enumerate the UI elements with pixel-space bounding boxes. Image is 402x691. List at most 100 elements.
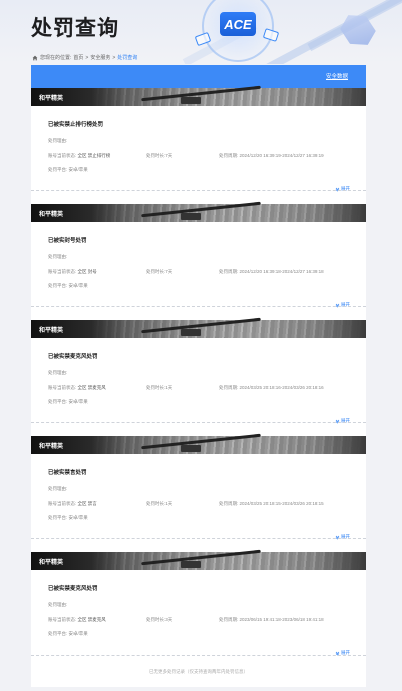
duration-label: 处罚时长: [146, 269, 166, 274]
rifle-graphic [181, 213, 201, 220]
account-state: 账号当前状态: 全区 禁麦克风 [48, 617, 106, 623]
account-state: 账号当前状态: 全区 封号 [48, 269, 97, 275]
account-state-value: 全区 禁麦克风 [77, 385, 106, 390]
breadcrumb-item-home[interactable]: 首页 [73, 54, 83, 61]
platform-value: 安卓/苹果 [68, 399, 88, 404]
footer-note: 已无更多处罚记录（仅支持查询两年内处罚信息） [149, 669, 248, 674]
expand-button[interactable]: 展开 [335, 418, 350, 424]
game-name: 和平精英 [39, 444, 64, 450]
breadcrumb-separator: > [112, 54, 116, 61]
period-label: 处罚周期: [219, 269, 239, 274]
punishment-card: 和平精英 已被实禁止排行榜处罚 处罚理由: 账号当前状态: 全区 禁止排行榜 处… [31, 85, 366, 192]
rifle-graphic [141, 317, 261, 334]
divider [31, 190, 366, 191]
duration-label: 处罚时长: [146, 617, 166, 622]
period: 处罚周期: 2024/12/20 16:39:19-2024/12/27 16:… [219, 153, 324, 159]
game-name: 和平精英 [39, 560, 64, 566]
game-banner: 和平精英 [31, 201, 366, 222]
platform-label: 处罚平台: [48, 283, 68, 288]
duration-label: 处罚时长: [146, 501, 166, 506]
game-banner: 和平精英 [31, 317, 366, 338]
punishment-card: 和平精英 已被实禁麦克风处罚 处罚理由: 账号当前状态: 全区 禁麦克风 处罚时… [31, 317, 366, 424]
period-value: 2023/06/15 19:41:18-2023/06/18 19:41:18 [239, 617, 324, 622]
rifle-graphic [181, 561, 201, 568]
platform: 处罚平台: 安卓/苹果 [48, 399, 88, 405]
duration: 处罚时长:1天 [146, 501, 172, 507]
breadcrumb-item-security[interactable]: 安全服务 [90, 54, 110, 61]
punishment-title: 已被实禁麦克风处罚 [48, 354, 98, 360]
expand-button[interactable]: 展开 [335, 186, 350, 192]
account-state: 账号当前状态: 全区 禁麦克风 [48, 385, 106, 391]
account-state-label: 账号当前状态: [48, 501, 77, 506]
platform: 处罚平台: 安卓/苹果 [48, 631, 88, 637]
punishment-reason-label: 处罚理由: [48, 138, 68, 143]
period-value: 2024/12/20 16:39:19-2024/12/27 16:39:19 [239, 153, 324, 158]
duration-label: 处罚时长: [146, 153, 166, 158]
period-value: 2024/12/20 16:39:18-2024/12/27 16:39:18 [239, 269, 324, 274]
period-value: 2024/03/25 20:18:16-2024/03/26 20:18:16 [239, 385, 324, 390]
divider [31, 306, 366, 307]
platform-value: 安卓/苹果 [68, 515, 88, 520]
game-name: 和平精英 [39, 212, 64, 218]
punishment-title: 已被实禁麦克风处罚 [48, 586, 98, 592]
divider [31, 422, 366, 423]
expand-button[interactable]: 展开 [335, 302, 350, 308]
punishment-title: 已被实禁止排行榜处罚 [48, 122, 104, 128]
expand-label: 展开 [341, 186, 350, 191]
divider [31, 538, 366, 539]
duration-value: 7天 [165, 153, 173, 158]
duration-value: 1天 [165, 385, 173, 390]
platform-label: 处罚平台: [48, 631, 68, 636]
account-state: 账号当前状态: 全区 禁言 [48, 501, 97, 507]
game-name: 和平精英 [39, 96, 64, 102]
duration: 处罚时长:7天 [146, 153, 172, 159]
toolbar: 安全数据 [31, 65, 366, 88]
account-state-label: 账号当前状态: [48, 153, 77, 158]
punishment-card: 和平精英 已被实禁言处罚 处罚理由: 账号当前状态: 全区 禁言 处罚时长:1天… [31, 433, 366, 540]
expand-label: 展开 [341, 302, 350, 307]
duration: 处罚时长:1天 [146, 385, 172, 391]
platform-label: 处罚平台: [48, 399, 68, 404]
punishment-card: 和平精英 已被实禁麦克风处罚 处罚理由: 账号当前状态: 全区 禁麦克风 处罚时… [31, 549, 366, 655]
punishment-reason-label: 处罚理由: [48, 254, 68, 259]
period-label: 处罚周期: [219, 153, 239, 158]
expand-button[interactable]: 展开 [335, 534, 350, 540]
account-state: 账号当前状态: 全区 禁止排行榜 [48, 153, 110, 159]
game-name: 和平精英 [39, 328, 64, 334]
period: 处罚周期: 2024/03/25 20:18:15-2024/03/26 20:… [219, 501, 324, 507]
breadcrumb-prefix: 您现在的位置: [40, 55, 72, 61]
rifle-graphic [181, 329, 201, 336]
duration-label: 处罚时长: [146, 385, 166, 390]
period: 处罚周期: 2024/12/20 16:39:18-2024/12/27 16:… [219, 269, 324, 275]
page-title: 处罚查询 [31, 17, 119, 40]
account-state-value: 全区 禁言 [77, 501, 97, 506]
period-label: 处罚周期: [219, 501, 239, 506]
duration-value: 3天 [165, 617, 173, 622]
game-banner: 和平精英 [31, 433, 366, 454]
duration-value: 7天 [165, 269, 173, 274]
punishment-title: 已被实禁言处罚 [48, 470, 87, 476]
expand-label: 展开 [341, 534, 350, 539]
divider [31, 655, 366, 656]
account-state-value: 全区 封号 [77, 269, 97, 274]
rifle-graphic [141, 549, 261, 566]
rifle-graphic [181, 97, 201, 104]
platform: 处罚平台: 安卓/苹果 [48, 515, 88, 521]
punishment-reason-label: 处罚理由: [48, 486, 68, 491]
period-label: 处罚周期: [219, 617, 239, 622]
security-data-link[interactable]: 安全数据 [326, 72, 348, 80]
platform-label: 处罚平台: [48, 515, 68, 520]
ace-logo: ACE [194, 0, 282, 62]
account-state-label: 账号当前状态: [48, 269, 77, 274]
account-state-value: 全区 禁麦克风 [77, 617, 106, 622]
platform-label: 处罚平台: [48, 167, 68, 172]
punishment-reason-label: 处罚理由: [48, 602, 68, 607]
breadcrumb-item-current: 处罚查询 [117, 55, 138, 61]
duration: 处罚时长:7天 [146, 269, 172, 275]
content-panel: 安全数据 和平精英 已被实禁止排行榜处罚 处罚理由: 账号当前状态: 全区 禁止… [31, 65, 366, 687]
period-label: 处罚周期: [219, 385, 239, 390]
period: 处罚周期: 2024/03/25 20:18:16-2024/03/26 20:… [219, 385, 324, 391]
punishment-title: 已被实封号处罚 [48, 238, 87, 244]
account-state-label: 账号当前状态: [48, 385, 77, 390]
duration-value: 1天 [165, 501, 173, 506]
